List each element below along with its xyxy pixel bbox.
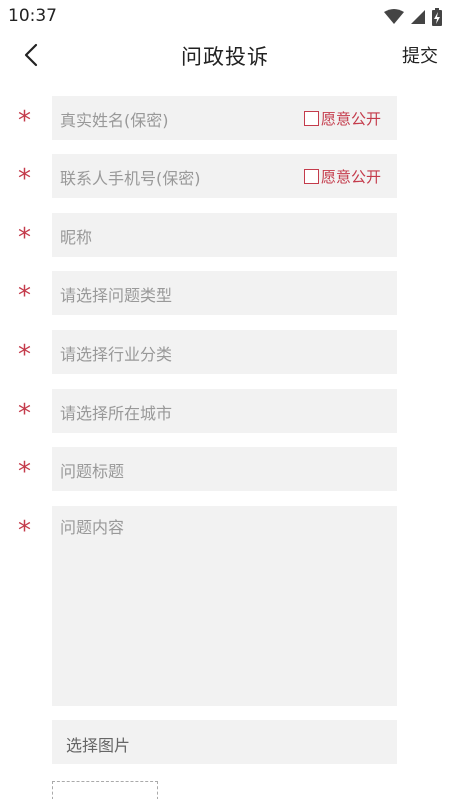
real-name-public-toggle[interactable]: 愿意公开 [303, 108, 381, 129]
phone-field[interactable]: 联系人手机号(保密) 愿意公开 [52, 154, 397, 198]
phone-placeholder: 联系人手机号(保密) [60, 169, 201, 188]
battery-charging-icon [432, 8, 442, 26]
nickname-field[interactable]: 昵称 [52, 213, 397, 257]
public-label: 愿意公开 [320, 168, 381, 186]
required-mark: * [18, 340, 31, 370]
issue-type-placeholder: 请选择问题类型 [60, 286, 173, 305]
industry-placeholder: 请选择行业分类 [60, 345, 173, 364]
cellular-signal-icon [411, 10, 425, 24]
required-mark: * [18, 164, 31, 194]
required-mark: * [18, 399, 31, 429]
image-upload-box[interactable] [52, 781, 158, 799]
public-label: 愿意公开 [320, 110, 381, 128]
form-row-images: 选择图片 [0, 720, 450, 764]
issue-content-textarea[interactable]: 问题内容 [52, 506, 397, 706]
required-mark: * [18, 281, 31, 311]
form-row-industry: * 请选择行业分类 [0, 330, 450, 374]
phone-public-toggle[interactable]: 愿意公开 [303, 166, 381, 187]
required-mark: * [18, 223, 31, 253]
issue-title-input[interactable]: 问题标题 [52, 447, 397, 491]
required-mark: * [18, 516, 31, 546]
choose-images-button[interactable]: 选择图片 [52, 720, 397, 764]
required-mark: * [18, 106, 31, 136]
city-placeholder: 请选择所在城市 [60, 404, 173, 423]
wifi-icon [384, 9, 404, 24]
issue-title-placeholder: 问题标题 [60, 462, 125, 481]
form-row-city: * 请选择所在城市 [0, 389, 450, 433]
issue-type-select[interactable]: 请选择问题类型 [52, 271, 397, 315]
issue-content-placeholder: 问题内容 [60, 518, 125, 537]
choose-images-label: 选择图片 [66, 736, 131, 755]
form-row-issue-title: * 问题标题 [0, 447, 450, 491]
industry-select[interactable]: 请选择行业分类 [52, 330, 397, 374]
real-name-field[interactable]: 真实姓名(保密) 愿意公开 [52, 96, 397, 140]
status-icons [384, 8, 442, 26]
phone-public-checkbox[interactable] [303, 169, 319, 184]
form-row-real-name: * 真实姓名(保密) 愿意公开 [0, 96, 450, 140]
page-title: 问政投诉 [181, 45, 269, 69]
real-name-placeholder: 真实姓名(保密) [60, 111, 169, 130]
submit-button[interactable]: 提交 [402, 42, 438, 68]
status-time: 10:37 [8, 6, 57, 26]
required-mark: * [18, 457, 31, 487]
form-row-phone: * 联系人手机号(保密) 愿意公开 [0, 154, 450, 198]
real-name-public-checkbox[interactable] [303, 111, 319, 126]
form-row-nickname: * 昵称 [0, 213, 450, 257]
form-row-issue-content: * 问题内容 [0, 506, 450, 706]
city-select[interactable]: 请选择所在城市 [52, 389, 397, 433]
status-bar: 10:37 [0, 0, 450, 32]
nav-bar: 问政投诉 提交 [0, 32, 450, 78]
form-row-issue-type: * 请选择问题类型 [0, 271, 450, 315]
nickname-placeholder: 昵称 [60, 228, 93, 247]
